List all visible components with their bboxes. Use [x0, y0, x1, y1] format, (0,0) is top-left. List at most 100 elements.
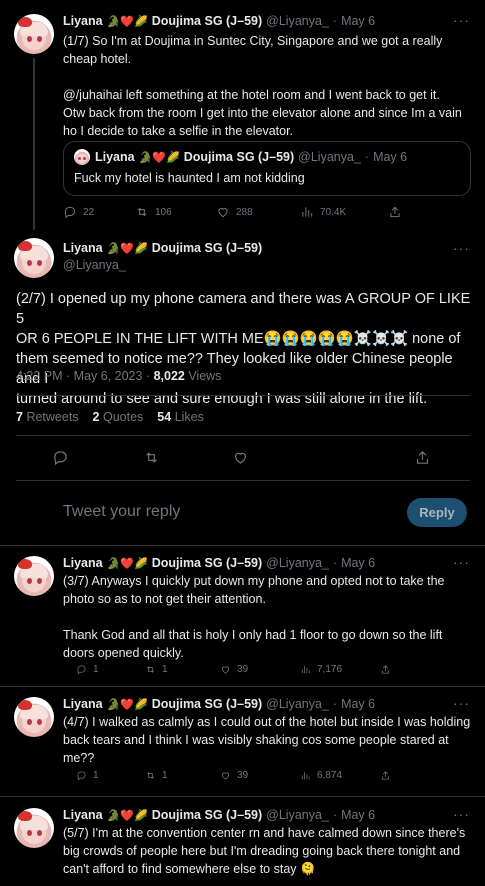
share-action[interactable] — [388, 205, 402, 219]
quoted-tweet[interactable]: Liyana 🐊❤️🌽 Doujima SG (J–59) @Liyanya_ … — [63, 141, 471, 196]
share-icon — [381, 771, 390, 780]
divider — [0, 686, 485, 687]
author-name[interactable]: Liyana — [63, 241, 103, 255]
author-badges: 🐊❤️🌽 — [106, 809, 148, 822]
author-badges: 🐊❤️🌽 — [106, 557, 148, 570]
divider — [0, 796, 485, 797]
views-icon — [301, 665, 310, 674]
views-icon — [302, 207, 313, 217]
retweet-icon — [137, 207, 147, 217]
separator-dot: · — [332, 697, 338, 711]
thread-line — [33, 58, 35, 230]
avatar[interactable] — [14, 697, 54, 737]
reply-action[interactable]: 1 — [76, 664, 99, 675]
tweet-date[interactable]: May 6 — [341, 697, 375, 711]
separator-dot: · — [332, 556, 338, 570]
reply-button[interactable]: Reply — [407, 498, 467, 527]
retweet-action[interactable]: 1 — [145, 770, 168, 781]
author-display-suffix[interactable]: Doujima SG (J–59) — [152, 697, 262, 711]
share-action[interactable] — [414, 449, 431, 466]
more-icon[interactable]: ··· — [453, 240, 470, 256]
more-icon[interactable]: ··· — [453, 12, 470, 28]
author-name[interactable]: Liyana — [63, 14, 103, 28]
share-icon — [416, 450, 429, 464]
likes-stat[interactable]: 54 Likes — [157, 410, 204, 424]
avatar[interactable] — [14, 238, 54, 278]
author-display-suffix[interactable]: Doujima SG (J–59) — [152, 808, 262, 822]
share-action[interactable] — [380, 770, 391, 781]
quote-handle: @Liyanya_ — [298, 150, 361, 164]
author-name[interactable]: Liyana — [63, 697, 103, 711]
author-display-suffix[interactable]: Doujima SG (J–59) — [152, 14, 262, 28]
view-count: 8,022 — [153, 369, 185, 383]
views-count: 7,176 — [317, 664, 343, 675]
retweet-icon — [147, 666, 154, 673]
avatar[interactable] — [14, 556, 54, 596]
reply-action[interactable]: 22 — [63, 205, 94, 219]
author-handle[interactable]: @Liyanya_ — [266, 808, 329, 822]
divider — [16, 435, 470, 436]
like-action[interactable]: 288 — [216, 205, 253, 219]
author-handle[interactable]: @Liyanya_ — [266, 556, 329, 570]
tweet-timestamp[interactable]: 4:22 PM · May 6, 2023 · 8,022 Views — [16, 369, 221, 383]
author-badges: 🐊❤️🌽 — [106, 15, 148, 28]
tweet-text: (3/7) Anyways I quickly put down my phon… — [63, 574, 445, 660]
views-action[interactable]: 7,176 — [300, 664, 342, 675]
tweet-date[interactable]: May 6 — [341, 14, 375, 28]
separator-dot: · — [332, 14, 338, 28]
like-action[interactable]: 39 — [220, 770, 248, 781]
quotes-stat[interactable]: 2 Quotes — [93, 410, 144, 424]
views-action[interactable]: 6,874 — [300, 770, 342, 781]
retweet-action[interactable] — [143, 449, 160, 466]
tweet-text: (2/7) I opened up my phone camera and th… — [16, 291, 471, 407]
quote-date: May 6 — [373, 150, 408, 164]
views-action[interactable]: 70.4K — [300, 205, 346, 219]
quote-author-badges: 🐊❤️🌽 — [138, 151, 180, 164]
more-icon[interactable]: ··· — [453, 695, 470, 711]
more-icon[interactable]: ··· — [453, 554, 470, 570]
reply-icon — [64, 206, 76, 219]
quote-author-suffix: Doujima SG (J–59) — [183, 150, 295, 164]
retweet-action[interactable]: 106 — [135, 205, 172, 219]
author-badges: 🐊❤️🌽 — [106, 242, 148, 255]
retweet-icon — [146, 452, 157, 463]
tweet-date[interactable]: May 6 — [341, 808, 375, 822]
tweet-date[interactable]: May 6 — [341, 556, 375, 570]
author-name[interactable]: Liyana — [63, 556, 103, 570]
retweet-action[interactable]: 1 — [145, 664, 168, 675]
author-display-suffix[interactable]: Doujima SG (J–59) — [152, 556, 262, 570]
heart-icon — [221, 772, 230, 780]
retweet-icon — [147, 772, 154, 779]
avatar[interactable] — [14, 808, 54, 848]
retweets-stat[interactable]: 7 Retweets — [16, 410, 79, 424]
like-action[interactable]: 39 — [220, 664, 248, 675]
author-handle[interactable]: @Liyanya_ — [63, 258, 126, 272]
more-icon[interactable]: ··· — [453, 806, 470, 822]
quote-dot: · — [364, 150, 370, 164]
divider — [0, 545, 485, 546]
tweet-text: (5/7) I'm at the convention center rn an… — [63, 826, 466, 876]
quote-text: Fuck my hotel is haunted I am not kiddin… — [74, 171, 305, 185]
reply-input[interactable]: Tweet your reply — [63, 503, 180, 521]
reply-count: 1 — [93, 770, 99, 781]
tweet-text: (1/7) So I'm at Doujima in Suntec City, … — [63, 34, 462, 138]
heart-icon — [218, 208, 228, 218]
like-count: 39 — [237, 770, 249, 781]
like-action[interactable] — [232, 449, 249, 466]
avatar[interactable] — [14, 14, 54, 54]
views-icon — [301, 771, 310, 780]
author-name[interactable]: Liyana — [63, 808, 103, 822]
reply-action[interactable] — [52, 449, 69, 466]
like-count: 288 — [236, 206, 253, 218]
reply-icon — [77, 665, 86, 675]
author-display-suffix[interactable]: Doujima SG (J–59) — [152, 241, 262, 255]
author-handle[interactable]: @Liyanya_ — [266, 14, 329, 28]
author-handle[interactable]: @Liyanya_ — [266, 697, 329, 711]
reply-action[interactable]: 1 — [76, 770, 99, 781]
reply-count: 1 — [93, 664, 99, 675]
reply-icon — [77, 771, 86, 781]
share-action[interactable] — [380, 664, 391, 675]
tweet-text: (4/7) I walked as calmly as I could out … — [63, 715, 471, 765]
author-badges: 🐊❤️🌽 — [106, 698, 148, 711]
views-count: 6,874 — [317, 770, 343, 781]
